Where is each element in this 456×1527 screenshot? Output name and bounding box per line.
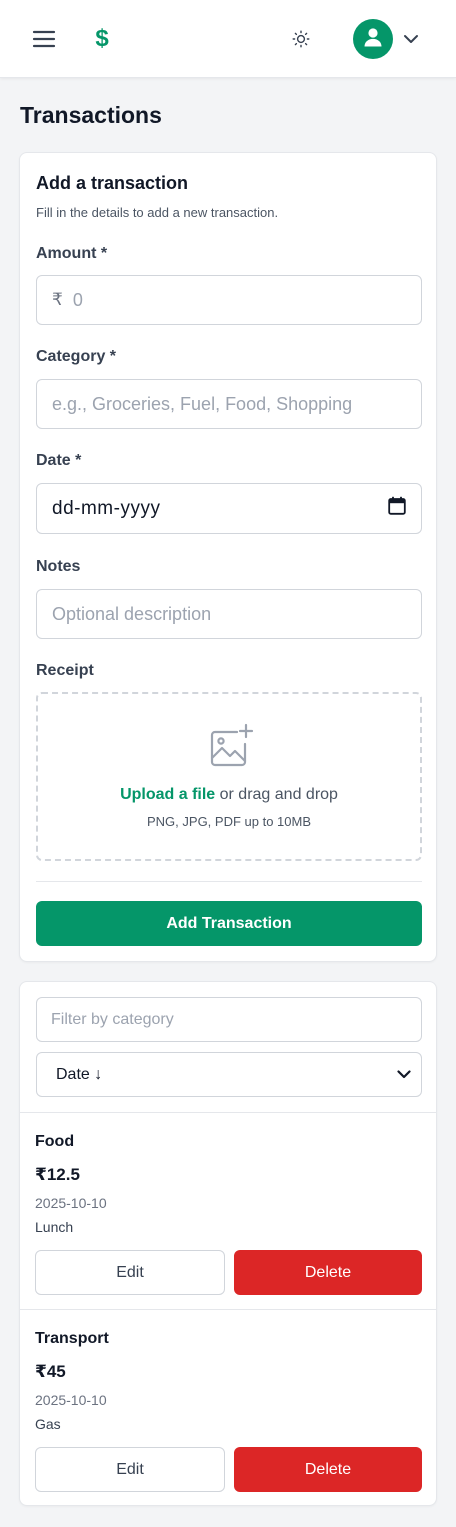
category-filter-input[interactable]: Filter by category	[36, 997, 422, 1042]
delete-button[interactable]: Delete	[234, 1250, 422, 1295]
upload-file-link[interactable]: Upload a file	[120, 786, 215, 803]
receipt-dropzone[interactable]: Upload a file or drag and drop PNG, JPG,…	[36, 692, 422, 861]
sun-icon[interactable]	[286, 24, 316, 54]
receipt-label: Receipt	[36, 662, 94, 679]
calendar-icon[interactable]	[388, 496, 406, 521]
transaction-note: Lunch	[35, 1219, 74, 1235]
transactions-list-card: Filter by category Date ↓ Food ₹12.5 202…	[19, 981, 437, 1506]
transaction-row: Transport ₹45 2025-10-10 Gas Edit Delete	[20, 1309, 436, 1505]
hamburger-menu-icon[interactable]	[28, 24, 60, 54]
category-label: Category *	[36, 348, 117, 365]
category-placeholder: e.g., Groceries, Fuel, Food, Shopping	[52, 393, 353, 414]
transaction-date: 2025-10-10	[35, 1392, 107, 1408]
date-placeholder: dd-mm-yyyy	[52, 497, 161, 519]
date-input[interactable]: dd-mm-yyyy	[36, 483, 422, 534]
page-title: Transactions	[20, 102, 162, 128]
notes-input[interactable]: Optional description	[36, 589, 422, 639]
transaction-category: Food	[35, 1133, 75, 1150]
add-transaction-card: Add a transaction Fill in the details to…	[19, 152, 437, 962]
user-avatar[interactable]	[353, 19, 393, 59]
edit-button[interactable]: Edit	[35, 1250, 225, 1295]
transaction-note: Gas	[35, 1416, 61, 1432]
sort-selected-value: Date ↓	[56, 1065, 103, 1083]
divider	[36, 881, 422, 882]
transaction-amount: ₹12.5	[35, 1165, 80, 1184]
filter-placeholder: Filter by category	[51, 1010, 174, 1028]
dollar-logo-icon[interactable]: $	[86, 22, 118, 56]
chevron-down-icon	[397, 1066, 411, 1084]
transaction-amount: ₹45	[35, 1362, 66, 1381]
sort-select[interactable]: Date ↓	[36, 1052, 422, 1097]
chevron-down-icon[interactable]	[400, 28, 422, 50]
form-subtitle: Fill in the details to add a new transac…	[36, 205, 279, 220]
top-navbar: $	[0, 0, 456, 78]
notes-label: Notes	[36, 558, 81, 575]
notes-placeholder: Optional description	[52, 603, 212, 624]
user-icon	[362, 26, 384, 53]
category-input[interactable]: e.g., Groceries, Fuel, Food, Shopping	[36, 379, 422, 429]
amount-placeholder: 0	[72, 289, 83, 310]
upload-instructions: Upload a file or drag and drop	[38, 786, 420, 804]
rupee-symbol: ₹	[52, 290, 63, 309]
edit-button[interactable]: Edit	[35, 1447, 225, 1492]
date-label: Date *	[36, 452, 82, 469]
amount-label: Amount *	[36, 245, 108, 262]
amount-input[interactable]: ₹ 0	[36, 275, 422, 325]
transaction-category: Transport	[35, 1330, 109, 1347]
form-title: Add a transaction	[36, 173, 189, 193]
add-transaction-button[interactable]: Add Transaction	[36, 901, 422, 946]
transaction-row: Food ₹12.5 2025-10-10 Lunch Edit Delete	[20, 1112, 436, 1309]
drag-drop-text: or drag and drop	[215, 786, 338, 803]
upload-hint: PNG, JPG, PDF up to 10MB	[147, 814, 311, 829]
image-add-icon	[207, 722, 255, 770]
delete-button[interactable]: Delete	[234, 1447, 422, 1492]
transaction-date: 2025-10-10	[35, 1195, 107, 1211]
